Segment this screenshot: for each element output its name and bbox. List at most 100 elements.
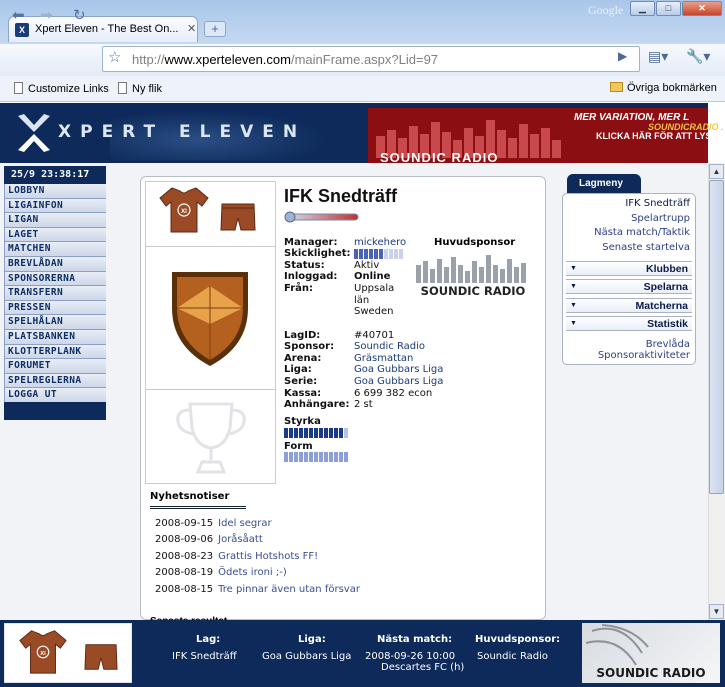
lagmeny-section-matcherna[interactable]: ▼ Matcherna [566, 298, 692, 313]
lagmeny-link-spelartrupp[interactable]: Spelartrupp [566, 213, 690, 224]
news-item[interactable]: 2008-08-23 Grattis Hotshots FF! [155, 551, 318, 562]
lagmeny-link-startelva[interactable]: Senaste startelva [566, 242, 690, 253]
lagid-value: #40701 [354, 330, 395, 341]
reload-icon[interactable]: ↻ [73, 6, 86, 24]
bar-segment [379, 249, 383, 259]
new-tab-button[interactable]: + [204, 21, 226, 37]
bar-segment [359, 249, 363, 259]
bookmark-customize-links[interactable]: Customize Links [14, 82, 109, 95]
menu-matchen[interactable]: MATCHEN [4, 242, 106, 257]
from-line2: län [354, 295, 370, 306]
lagmeny-link-sponsoraktiviteter[interactable]: Sponsoraktiviteter [566, 350, 690, 361]
menu-ligainfon[interactable]: LIGAINFON [4, 198, 106, 214]
logged-in-value: Online [354, 271, 391, 282]
fans-label: Anhängare: [284, 399, 350, 410]
news-item[interactable]: 2008-08-19 Ödets ironi ;-) [155, 567, 287, 578]
menu-lobbyn[interactable]: LOBBYN [4, 184, 106, 199]
xpert-logo-icon[interactable] [14, 110, 54, 156]
menu-klotterplank[interactable]: KLOTTERPLANK [4, 344, 106, 360]
go-arrow-icon[interactable]: ▶ [618, 49, 627, 63]
sponsor-logo[interactable]: SOUNDIC RADIO [414, 251, 532, 297]
news-item[interactable]: 2008-09-06 Joråsåatt [155, 534, 263, 545]
skill-bar [354, 249, 403, 259]
banner-brand[interactable]: SOUNDIC RADIO [380, 150, 498, 165]
bar-segment [374, 249, 378, 259]
lagmeny-link-team[interactable]: IFK Snedträff [566, 198, 690, 209]
menu-sponsorerna[interactable]: SPONSORERNA [4, 271, 106, 287]
lagmeny-section-klubben[interactable]: ▼ Klubben [566, 261, 692, 276]
url-text[interactable]: http://www.xperteleven.com/mainFrame.asp… [132, 52, 438, 67]
sponsor-logo-text: SOUNDIC RADIO [421, 284, 526, 297]
divider [146, 246, 275, 247]
arena-link[interactable]: Gräsmattan [354, 353, 413, 364]
liga-link[interactable]: Goa Gubbars Liga [354, 364, 443, 375]
menu-logga-ut[interactable]: LOGGA UT [4, 388, 106, 403]
page-menu-icon[interactable]: ▤▾ [648, 48, 668, 65]
menu-spelhalan[interactable]: SPELHÅLAN [4, 315, 106, 330]
lagmeny-link-nasta-match[interactable]: Nästa match/Taktik [566, 227, 690, 238]
lagmeny-tab[interactable]: Lagmeny [567, 174, 641, 194]
page-icon [118, 82, 127, 94]
arena-label: Arena: [284, 353, 322, 364]
news-item[interactable]: 2008-08-15 Tre pinnar även utan försvar [155, 584, 360, 595]
svg-text:XI: XI [40, 651, 46, 657]
bar-segment [299, 428, 303, 438]
menu-pressen[interactable]: PRESSEN [4, 300, 106, 316]
bar-segment [284, 428, 288, 438]
manager-link[interactable]: mickehero [354, 237, 406, 248]
serie-link[interactable]: Goa Gubbars Liga [354, 376, 443, 387]
close-window-button[interactable]: ✕ [682, 1, 722, 16]
news-heading: Nyhetsnotiser [150, 491, 230, 502]
tab-close-icon[interactable]: ✕ [187, 22, 196, 35]
bookmark-star-icon[interactable]: ☆ [108, 48, 121, 66]
bar-segment [344, 452, 348, 462]
scroll-up-arrow-icon[interactable]: ▲ [709, 164, 724, 179]
bar-segment [319, 452, 323, 462]
sponsor-link[interactable]: Soundic Radio [354, 341, 425, 352]
news-item[interactable]: 2008-09-15 Idel segrar [155, 518, 272, 529]
scroll-down-arrow-icon[interactable]: ▼ [709, 604, 724, 619]
banner-cta[interactable]: KLICKA HÄR FÖR ATT LYS [596, 131, 711, 141]
svg-text:XI: XI [181, 209, 187, 215]
site-favicon-icon: X [15, 23, 29, 37]
form-bar [284, 452, 348, 462]
team-crest-icon[interactable] [166, 266, 254, 370]
site-logo-text[interactable]: XPERT ELEVEN [58, 122, 306, 142]
maximize-button[interactable]: □ [656, 1, 681, 16]
bar-segment [314, 452, 318, 462]
lagmeny-section-spelarna[interactable]: ▼ Spelarna [566, 279, 692, 294]
footer-sponsor-logo[interactable]: SOUNDIC RADIO [582, 623, 720, 683]
footer-sponsor-value[interactable]: Soundic Radio [477, 651, 548, 662]
footer-league-value[interactable]: Goa Gubbars Liga [262, 651, 351, 662]
bar-segment [319, 428, 323, 438]
footer-next-match-date: 2008-09-26 10:00 [365, 651, 456, 662]
bookmark-ny-flik[interactable]: Ny flik [118, 82, 162, 95]
other-bookmarks[interactable]: Övriga bokmärken [610, 82, 717, 94]
minimize-button[interactable]: ▁ [630, 1, 655, 16]
browser-tab[interactable]: X Xpert Eleven - The Best On... ✕ [8, 16, 198, 42]
menu-ligan[interactable]: LIGAN [4, 213, 106, 228]
footer-next-match-label: Nästa match: [377, 634, 453, 645]
menu-spelreglerna[interactable]: SPELREGLERNA [4, 373, 106, 389]
scrollbar-thumb[interactable] [709, 180, 724, 494]
forward-arrow-icon[interactable]: ➡ [40, 6, 53, 24]
lagmeny-section-statistik[interactable]: ▼ Statistik [566, 316, 692, 331]
footer-next-match-opponent[interactable]: Descartes FC (h) [381, 662, 464, 673]
bar-segment [314, 428, 318, 438]
bar-segment [329, 428, 333, 438]
wrench-icon[interactable]: 🔧▾ [686, 48, 710, 65]
tab-title: Xpert Eleven - The Best On... [35, 23, 179, 35]
bar-segment [339, 452, 343, 462]
lagmeny-link-brevlada[interactable]: Brevlåda [566, 339, 690, 350]
footer-team-value[interactable]: IFK Snedträff [172, 651, 237, 662]
menu-brevladan[interactable]: BREVLÅDAN [4, 256, 106, 272]
microphone-graphic: SOUNDIC RADIO [585, 624, 706, 680]
menu-transfern[interactable]: TRANSFERN [4, 286, 106, 301]
menu-forumet[interactable]: FORUMET [4, 359, 106, 374]
menu-laget[interactable]: LAGET [4, 227, 106, 243]
logged-in-label: Inloggad: [284, 271, 338, 282]
bar-segment [369, 249, 373, 259]
back-arrow-icon[interactable]: ⬅ [12, 6, 25, 24]
menu-platsbanken[interactable]: PLATSBANKEN [4, 329, 106, 345]
triangle-down-icon: ▼ [570, 320, 577, 327]
